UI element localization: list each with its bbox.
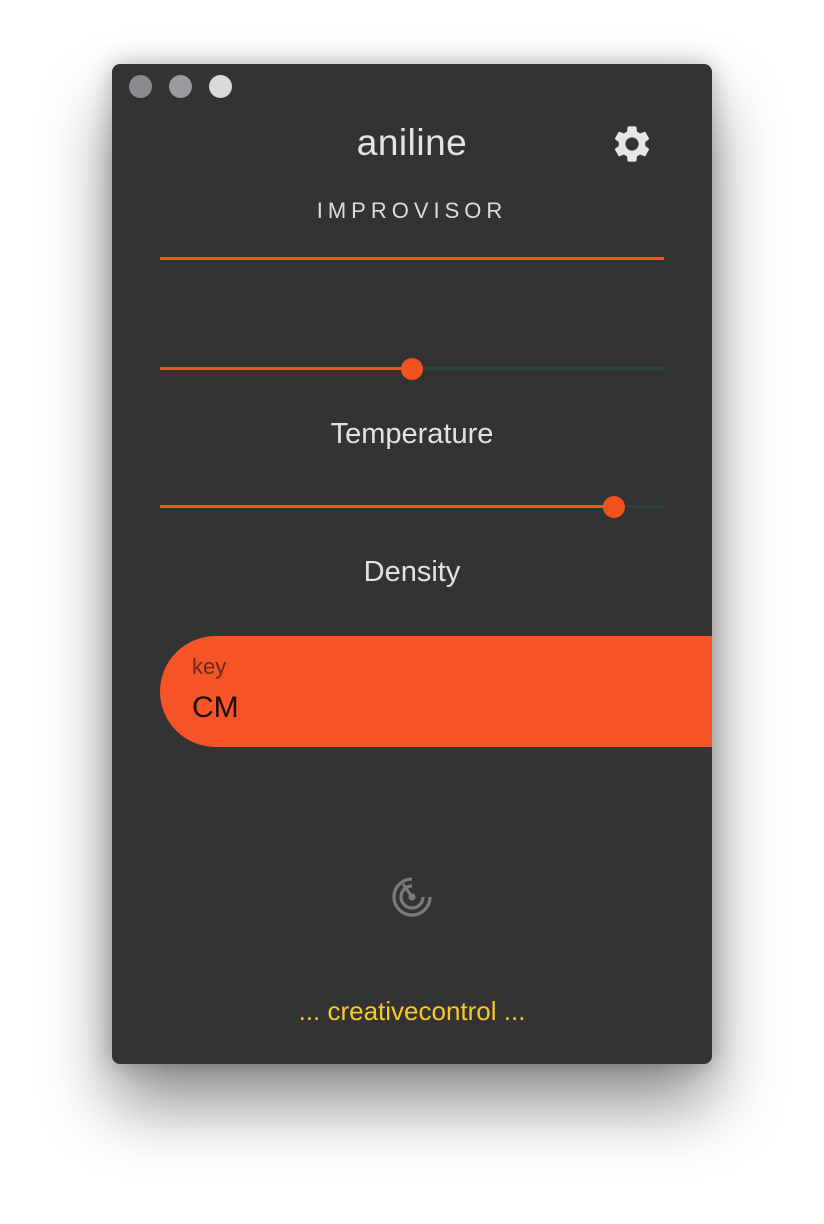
tab-indicator: [160, 257, 664, 260]
minimize-window-button[interactable]: [169, 75, 192, 98]
key-select-label: key: [192, 654, 227, 679]
settings-button[interactable]: [610, 122, 654, 166]
close-window-button[interactable]: [129, 75, 152, 98]
gear-icon: [614, 126, 650, 162]
slider-fill: [160, 505, 614, 508]
footer-credit: ... creativecontrol ...: [298, 996, 526, 1026]
temperature-label: Temperature: [330, 418, 494, 450]
key-select[interactable]: key CM: [160, 636, 712, 747]
generate-button[interactable]: [391, 876, 433, 918]
key-select-value: CM: [192, 691, 239, 724]
slider-thumb[interactable]: [401, 358, 423, 380]
density-label: Density: [363, 556, 461, 588]
zoom-window-button[interactable]: [209, 75, 232, 98]
app-window: aniline IMPROVISOR Temperature Density k…: [112, 64, 712, 1064]
window-controls: [129, 75, 232, 98]
temperature-slider[interactable]: [160, 357, 664, 381]
slider-fill: [160, 367, 412, 370]
slider-thumb[interactable]: [602, 496, 625, 518]
density-slider[interactable]: [160, 495, 664, 519]
mode-tab-improvisor[interactable]: IMPROVISOR: [112, 198, 712, 224]
radar-icon: [392, 877, 432, 917]
